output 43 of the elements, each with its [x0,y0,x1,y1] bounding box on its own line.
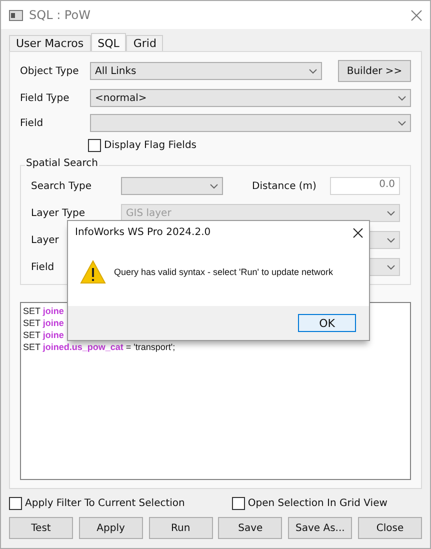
field-label: Search Type [31,180,92,192]
warning-icon [80,260,106,284]
code-line: SET joine [23,317,64,329]
chevron-down-icon [309,68,317,74]
dialog-button[interactable]: Run [148,517,213,539]
field-label: Layer [31,234,59,246]
dialog-title: InfoWorks WS Pro 2024.2.0 [75,227,211,238]
dialog-button[interactable]: Close [358,517,422,539]
checkbox[interactable]: Apply Filter To Current Selection [9,497,185,510]
tab[interactable]: SQL [90,33,126,52]
distance-field[interactable]: 0.0 [330,177,400,195]
dropdown[interactable]: <normal> [90,89,411,107]
dialog-button[interactable]: Save As... [288,517,352,539]
tab[interactable]: Grid [126,35,164,51]
field-label: Field Type [20,92,70,104]
checkbox[interactable]: Display Flag Fields [88,139,197,152]
dialog-button[interactable]: Save [218,517,282,539]
chevron-down-icon [387,238,395,242]
dropdown[interactable]: All Links [90,62,322,80]
field-label: Object Type [20,66,79,76]
field-label: Field [20,118,44,128]
code-line: SET joine [23,329,64,341]
dialog-button[interactable]: Test [9,517,73,539]
close-icon[interactable] [353,228,363,238]
code-line: SET joine [23,305,64,317]
field-label: Layer Type [31,208,86,218]
chevron-down-icon [210,184,218,188]
window-title: SQL : PoW [29,8,92,22]
chevron-down-icon [398,120,406,126]
chevron-down-icon [398,96,406,100]
dialog-button[interactable]: Apply [78,517,143,539]
message-text: Query has valid syntax - select 'Run' to update network [114,267,334,277]
field-label: Distance (m) [252,180,316,192]
checkbox[interactable]: Open Selection In Grid View [232,497,388,510]
chevron-down-icon [387,264,395,270]
group-title: Spatial Search [25,158,99,169]
window-icon [9,10,23,20]
chevron-down-icon [387,210,395,216]
tab[interactable]: User Macros [9,35,91,51]
builder-button[interactable]: Builder >> [338,60,411,82]
ok-button[interactable]: OK [298,314,356,332]
code-line: SET joined.us_pow_cat = 'transport'; [23,341,176,353]
field-label: Field [31,262,54,272]
